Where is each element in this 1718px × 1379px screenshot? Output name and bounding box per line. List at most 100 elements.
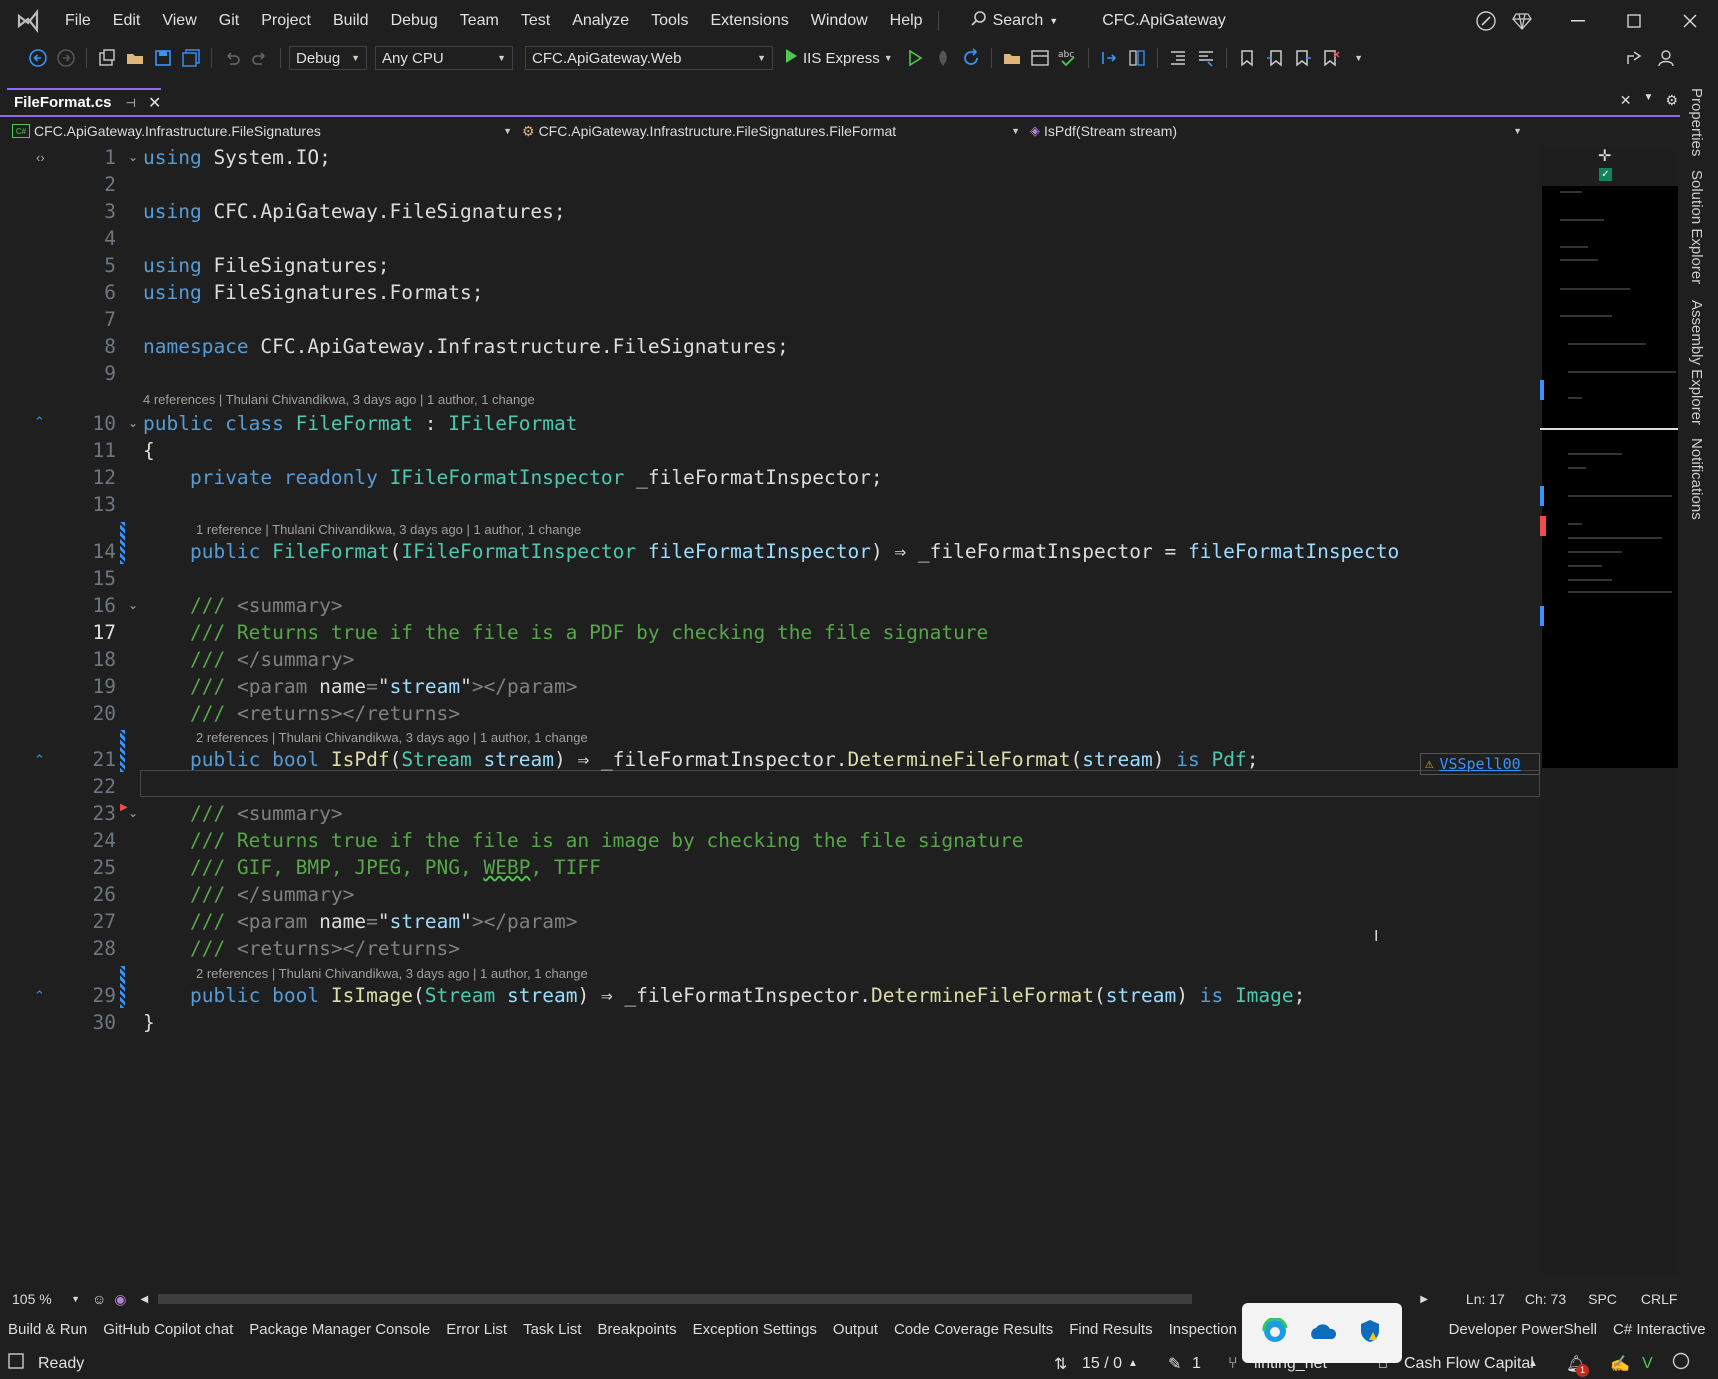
menu-team[interactable]: Team <box>449 0 510 42</box>
side-tab-notifications[interactable]: Notifications <box>1688 438 1705 520</box>
tab-list-dropdown-icon[interactable]: ▼ <box>1644 92 1654 109</box>
zoom-select[interactable]: 105 % ▼ <box>8 1289 84 1309</box>
tab-find-results[interactable]: Find Results <box>1061 1321 1160 1338</box>
whitespace-indicator[interactable]: SPC <box>1588 1291 1617 1307</box>
redo-icon[interactable] <box>248 46 272 70</box>
navigate-forward-icon[interactable] <box>54 46 78 70</box>
scroll-right-icon[interactable]: ▶ <box>1420 1294 1428 1305</box>
security-shield-icon[interactable] <box>1358 1318 1382 1348</box>
pending-changes-count[interactable]: 15 / 0 <box>1082 1355 1122 1373</box>
vim-icon[interactable]: V <box>1642 1355 1653 1373</box>
pending-changes-icon[interactable]: ⇅ <box>1054 1354 1067 1374</box>
member-dropdown[interactable]: ◈ IsPdf(Stream stream) ▼ <box>1026 119 1528 143</box>
menu-window[interactable]: Window <box>800 0 879 42</box>
menu-edit[interactable]: Edit <box>102 0 152 42</box>
open-file-icon[interactable] <box>123 46 147 70</box>
start-debugging-button[interactable]: IIS Express ▼ <box>783 48 893 68</box>
line-ending-indicator[interactable]: CRLF <box>1641 1291 1678 1307</box>
side-tab-properties[interactable]: Properties <box>1688 88 1705 156</box>
tab-build-run[interactable]: Build & Run <box>0 1321 95 1338</box>
menu-extensions[interactable]: Extensions <box>699 0 799 42</box>
column-indicator[interactable]: Ch: 73 <box>1525 1291 1566 1307</box>
step-into-icon[interactable] <box>1097 46 1121 70</box>
tab-developer-powershell[interactable]: Developer PowerShell <box>1441 1321 1605 1338</box>
codelens-references[interactable]: 1 reference | Thulani Chivandikwa, 3 day… <box>196 522 581 542</box>
menu-test[interactable]: Test <box>510 0 561 42</box>
side-tab-assembly-explorer[interactable]: Assembly Explorer <box>1688 300 1705 425</box>
account-icon[interactable] <box>1654 46 1678 70</box>
paint-brush-icon[interactable]: ✍ <box>1610 1354 1630 1374</box>
clear-bookmarks-icon[interactable] <box>1319 46 1343 70</box>
tab-package-manager-console[interactable]: Package Manager Console <box>241 1321 438 1338</box>
horizontal-scrollbar[interactable] <box>158 1294 1193 1304</box>
comment-lines-icon[interactable] <box>1194 46 1218 70</box>
refresh-icon[interactable] <box>959 46 983 70</box>
minimize-button[interactable] <box>1550 0 1606 42</box>
minimap[interactable]: ✛ ✓ <box>1540 146 1678 1276</box>
pencil-icon[interactable]: ✎ <box>1168 1354 1181 1374</box>
close-tab-icon[interactable]: ✕ <box>148 93 161 113</box>
output-window-icon[interactable] <box>8 1353 24 1374</box>
save-icon[interactable] <box>151 46 175 70</box>
toolbar-overflow-icon[interactable]: ▼ <box>1347 46 1371 70</box>
scroll-left-icon[interactable]: ◀ <box>141 1294 149 1305</box>
minimap-viewport[interactable] <box>1540 186 1678 768</box>
start-without-debugging-icon[interactable] <box>903 46 927 70</box>
indent-icon[interactable] <box>1166 46 1190 70</box>
tab-task-list[interactable]: Task List <box>515 1321 589 1338</box>
close-window-button[interactable] <box>1662 0 1718 42</box>
menu-help[interactable]: Help <box>879 0 934 42</box>
side-tab-solution-explorer[interactable]: Solution Explorer <box>1688 170 1705 284</box>
search-button[interactable]: Search ▼ <box>961 10 1069 32</box>
hot-reload-icon[interactable] <box>931 46 955 70</box>
type-dropdown[interactable]: ⚙ CFC.ApiGateway.Infrastructure.FileSign… <box>518 119 1026 143</box>
tab-csharp-interactive[interactable]: C# Interactive <box>1605 1321 1714 1338</box>
repository-name[interactable]: Cash Flow Capital <box>1404 1355 1534 1373</box>
folder-icon[interactable] <box>1000 46 1024 70</box>
line-number-indicator[interactable]: Ln: 17 <box>1466 1291 1505 1307</box>
menu-view[interactable]: View <box>151 0 207 42</box>
navigate-back-icon[interactable] <box>26 46 50 70</box>
save-all-icon[interactable] <box>179 46 203 70</box>
copilot-icon[interactable]: ☺ <box>92 1291 106 1307</box>
close-all-tabs-icon[interactable]: ✕ <box>1620 92 1632 109</box>
tab-github-copilot-chat[interactable]: GitHub Copilot chat <box>95 1321 241 1338</box>
menu-debug[interactable]: Debug <box>380 0 449 42</box>
feedback-circle-icon[interactable] <box>1672 1352 1690 1375</box>
spell-check-icon[interactable]: abc <box>1056 46 1080 70</box>
tab-error-list[interactable]: Error List <box>438 1321 515 1338</box>
project-dropdown[interactable]: C# CFC.ApiGateway.Infrastructure.FileSig… <box>8 119 518 143</box>
premium-diamond-icon[interactable] <box>1504 0 1540 42</box>
codelens-references[interactable]: 2 references | Thulani Chivandikwa, 3 da… <box>196 966 588 986</box>
tab-code-coverage-results[interactable]: Code Coverage Results <box>886 1321 1061 1338</box>
edits-count[interactable]: 1 <box>1192 1355 1201 1373</box>
menu-analyze[interactable]: Analyze <box>561 0 640 42</box>
feedback-icon[interactable] <box>1468 0 1504 42</box>
tab-exception-settings[interactable]: Exception Settings <box>685 1321 825 1338</box>
layout-icon[interactable] <box>1028 46 1052 70</box>
next-bookmark-icon[interactable] <box>1291 46 1315 70</box>
codelens-references[interactable]: 2 references | Thulani Chivandikwa, 3 da… <box>196 730 588 750</box>
menu-project[interactable]: Project <box>250 0 322 42</box>
edge-browser-icon[interactable] <box>1262 1316 1288 1348</box>
tab-output[interactable]: Output <box>825 1321 886 1338</box>
onedrive-cloud-icon[interactable] <box>1308 1321 1338 1345</box>
startup-project-select[interactable]: CFC.ApiGateway.Web ▼ <box>525 46 773 70</box>
menu-tools[interactable]: Tools <box>640 0 699 42</box>
codelens-references[interactable]: 4 references | Thulani Chivandikwa, 3 da… <box>143 392 535 412</box>
solution-platform-select[interactable]: Any CPU ▼ <box>375 46 513 70</box>
solution-configuration-select[interactable]: Debug ▼ <box>289 46 367 70</box>
live-share-icon[interactable] <box>1622 46 1646 70</box>
gear-icon[interactable]: ⚙ <box>1665 92 1678 109</box>
undo-icon[interactable] <box>220 46 244 70</box>
spell-warning-tag[interactable]: ⚠ VSSpell00 <box>1420 753 1540 775</box>
git-branch-icon[interactable]: ⑂ <box>1228 1355 1238 1373</box>
pin-icon[interactable]: ⊣ <box>126 96 136 110</box>
menu-file[interactable]: File <box>54 0 102 42</box>
compare-icon[interactable] <box>1125 46 1149 70</box>
tab-breakpoints[interactable]: Breakpoints <box>589 1321 684 1338</box>
maximize-button[interactable] <box>1606 0 1662 42</box>
intellicode-icon[interactable]: ◉ <box>114 1291 126 1308</box>
new-project-icon[interactable] <box>95 46 119 70</box>
bookmark-icon[interactable] <box>1235 46 1259 70</box>
